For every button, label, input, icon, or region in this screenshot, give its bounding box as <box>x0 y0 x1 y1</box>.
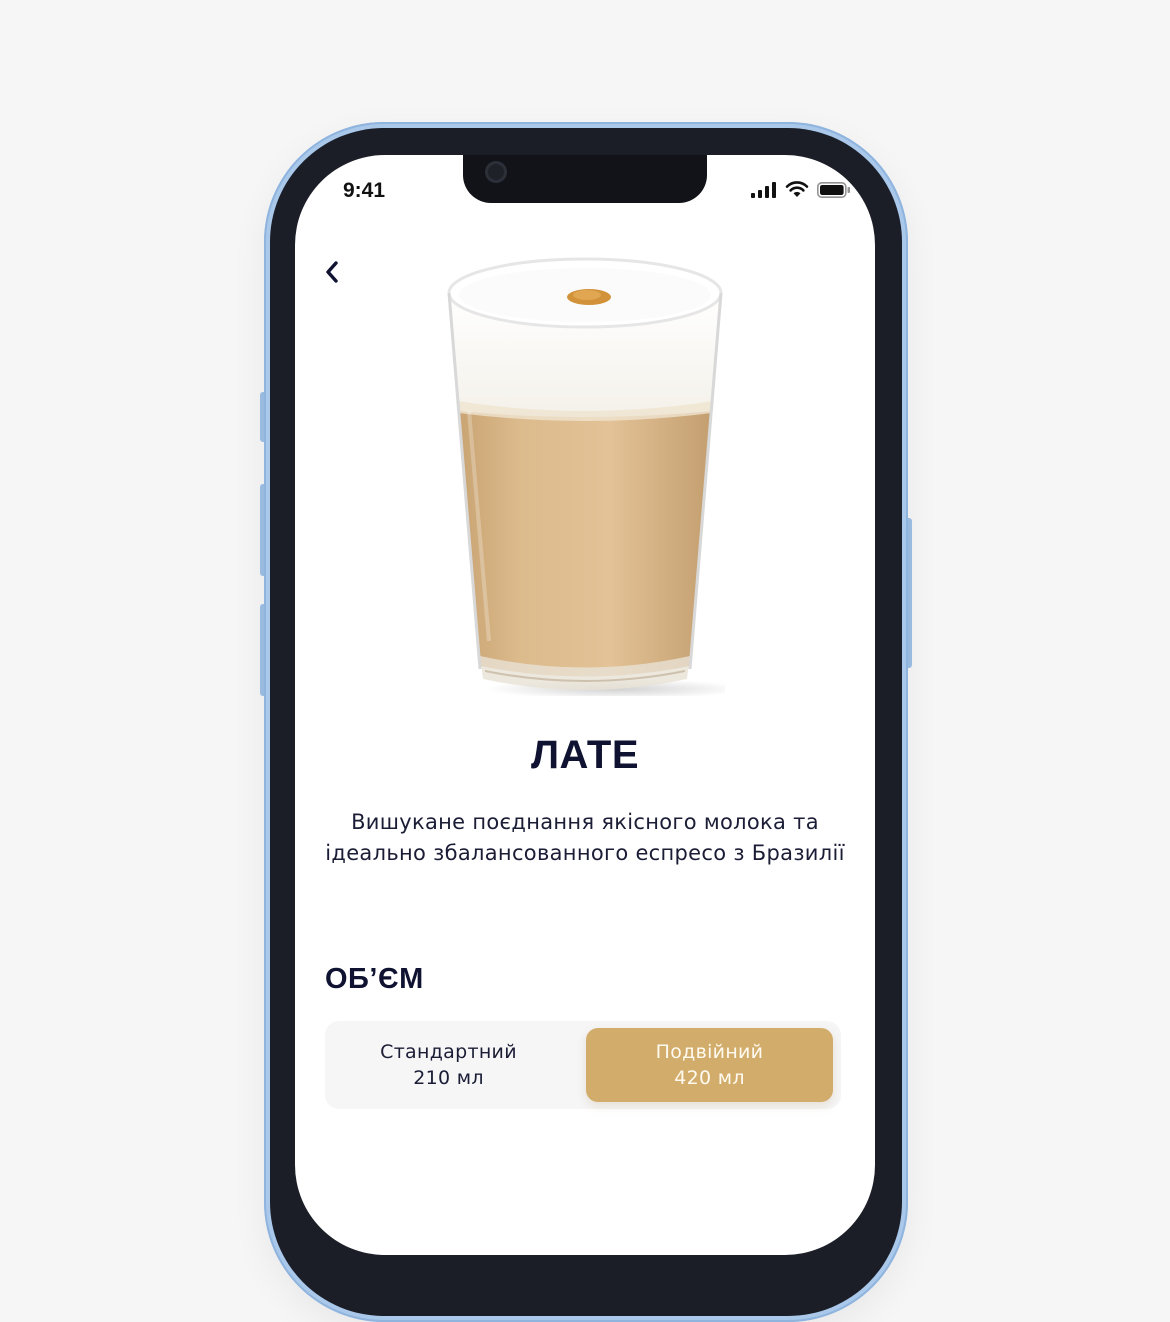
volume-selector: Стандартний 210 мл Подвійний 420 мл <box>325 1021 841 1109</box>
volume-option-name: Стандартний <box>380 1041 517 1063</box>
volume-option-amount: 210 мл <box>413 1067 484 1089</box>
product-description: Вишукане поєднання якісного молока та ід… <box>325 810 845 865</box>
volume-option-amount: 420 мл <box>674 1067 745 1089</box>
chevron-left-icon <box>326 261 338 283</box>
volume-label: ОБ’ЄМ <box>325 963 424 995</box>
battery-icon <box>817 181 851 202</box>
wifi-icon <box>785 181 809 202</box>
volume-option-double[interactable]: Подвійний 420 мл <box>586 1028 833 1102</box>
back-button[interactable] <box>317 257 347 287</box>
status-time: 9:41 <box>343 179 386 202</box>
app-screen: 9:41 ЛАТЕ Вишукане поєднання якісного мо… <box>295 155 875 1255</box>
product-title: ЛАТЕ <box>530 733 640 777</box>
notch <box>463 155 707 203</box>
volume-option-standard[interactable]: Стандартний 210 мл <box>325 1021 572 1109</box>
volume-option-name: Подвійний <box>655 1041 764 1063</box>
latte-image <box>445 251 745 699</box>
status-icons <box>751 181 851 202</box>
front-camera <box>485 161 507 183</box>
cellular-signal-icon <box>751 181 777 202</box>
